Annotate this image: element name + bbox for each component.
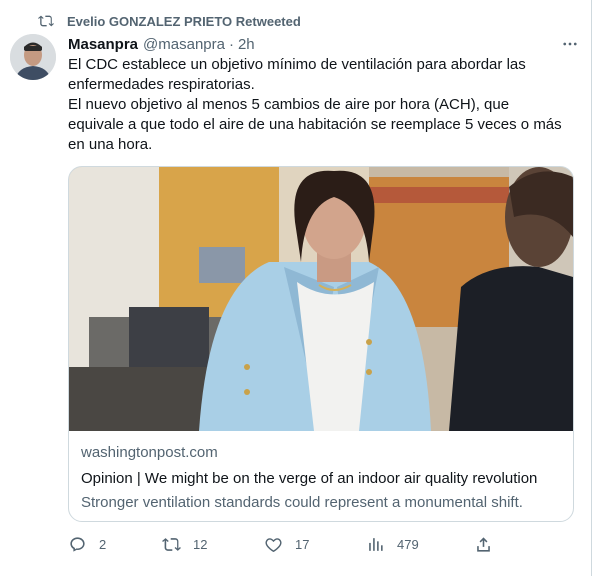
more-button[interactable] xyxy=(560,34,580,54)
retweet-button[interactable]: 12 xyxy=(162,532,207,556)
retweet-icon xyxy=(162,537,181,551)
share-button[interactable] xyxy=(474,532,505,556)
author-name[interactable]: Masanpra xyxy=(68,36,138,53)
views-icon xyxy=(369,537,383,551)
card-title: Opinion | We might be on the verge of an… xyxy=(81,470,538,487)
more-icon xyxy=(563,42,577,46)
timeline-border xyxy=(591,0,592,576)
tweet-text: El CDC establece un objetivo mínimo de v… xyxy=(68,56,562,153)
retweet-count: 12 xyxy=(193,536,208,552)
reply-count: 2 xyxy=(99,536,107,552)
reply-button[interactable]: 2 xyxy=(68,532,106,556)
card-meta: washingtonpost.com Opinion | We might be… xyxy=(81,443,561,513)
tweet-header: Masanpra @masanpra · 2h xyxy=(68,34,580,54)
retweet-label: Evelio GONZALEZ PRIETO Retweeted xyxy=(67,13,301,29)
card-description: Stronger ventilation standards could rep… xyxy=(81,494,523,511)
view-count: 479 xyxy=(397,536,419,552)
card-domain: washingtonpost.com xyxy=(81,444,218,461)
card-image xyxy=(69,167,573,431)
avatar-image xyxy=(10,34,56,80)
tweet-time[interactable]: 2h xyxy=(238,36,255,53)
retweet-icon xyxy=(38,15,54,27)
reply-icon xyxy=(70,536,85,552)
avatar[interactable] xyxy=(10,34,56,80)
separator-dot: · xyxy=(228,35,234,53)
like-icon xyxy=(265,537,282,552)
tweet-actions: 2 12 17 479 xyxy=(68,532,508,556)
like-count: 17 xyxy=(295,536,310,552)
retweet-context[interactable]: Evelio GONZALEZ PRIETO Retweeted xyxy=(38,11,301,31)
views-button[interactable]: 479 xyxy=(366,532,419,556)
author-handle[interactable]: @masanpra xyxy=(143,36,225,53)
like-button[interactable]: 17 xyxy=(264,532,309,556)
share-icon xyxy=(477,536,490,552)
link-card[interactable]: washingtonpost.com Opinion | We might be… xyxy=(68,166,574,522)
